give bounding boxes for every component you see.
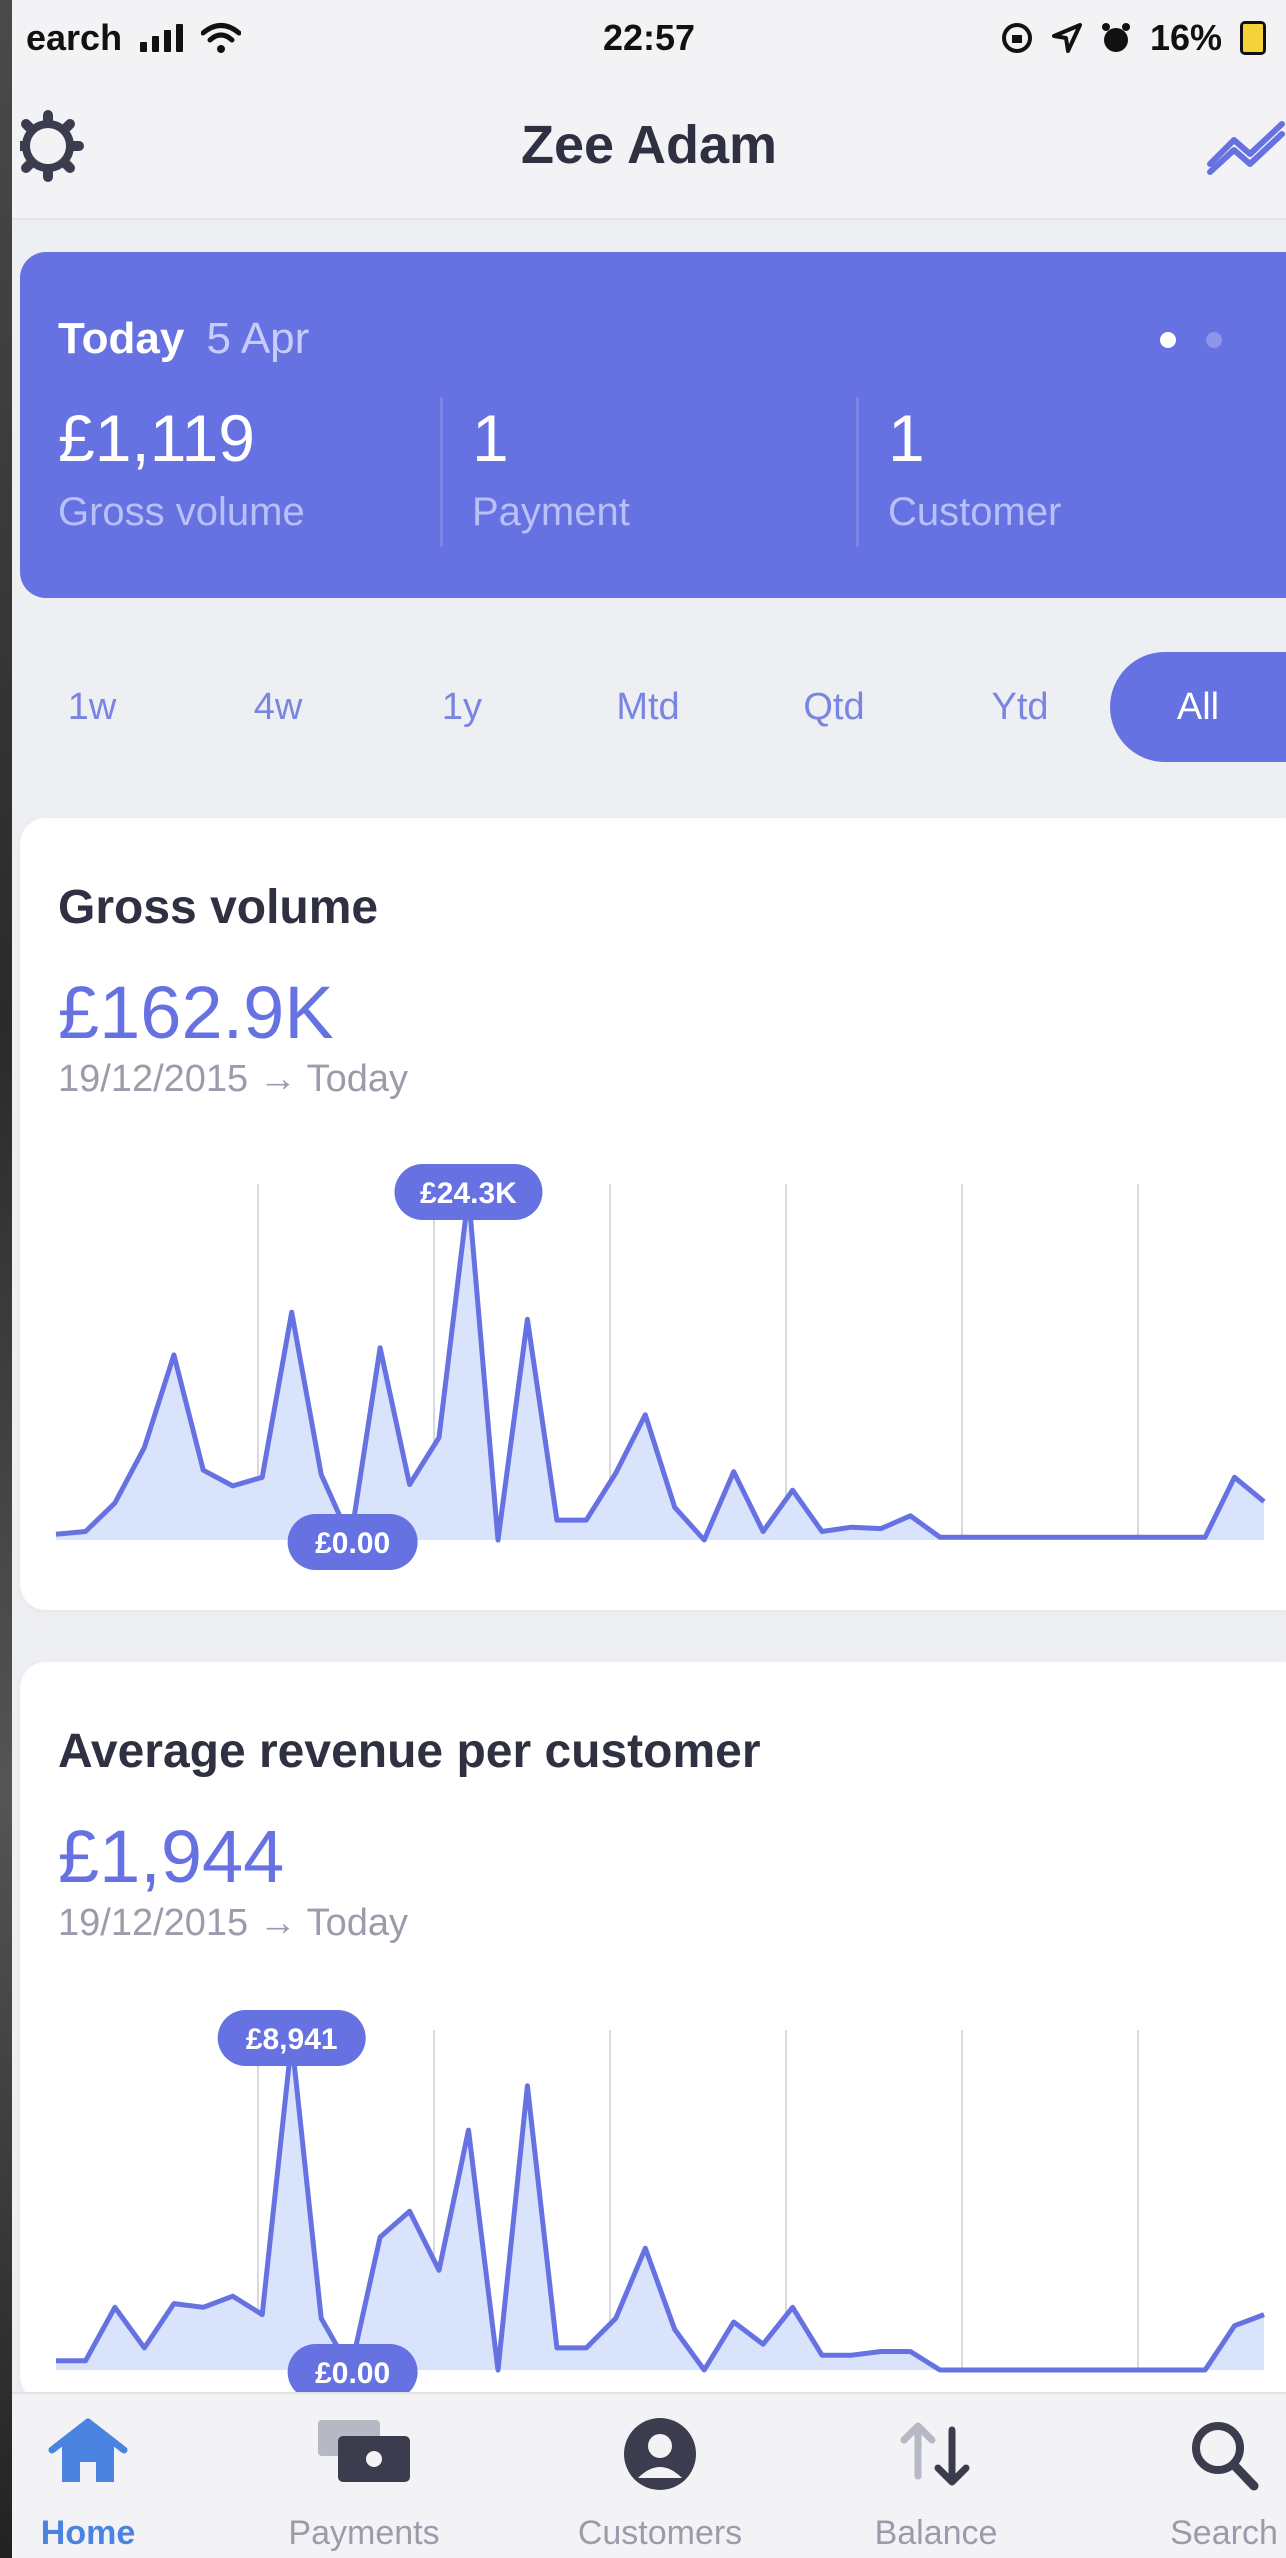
- battery-percent: 16%: [1149, 17, 1222, 58]
- signal-icon: [140, 24, 184, 52]
- metric-label: Gross volume: [58, 490, 305, 534]
- tab-balance[interactable]: Balance: [836, 2394, 1036, 2558]
- min-value-label-text: £0.00: [315, 2357, 390, 2390]
- range-mtd[interactable]: Mtd: [578, 652, 718, 762]
- tab-search[interactable]: Search: [1124, 2394, 1286, 2558]
- metric-label: Customer: [888, 490, 1062, 534]
- gross-volume-chart: £24.3K £0.00: [55, 1164, 1266, 1570]
- metric-label: Payment: [472, 490, 630, 534]
- max-value-label-text: £8,941: [246, 2023, 338, 2056]
- today-summary-card[interactable]: Today 5 Apr £1,119 Gross volume 1 Paymen…: [20, 252, 1286, 598]
- card-date-range: 19/12/2015 → Today: [58, 1058, 409, 1100]
- wifi-icon: [201, 23, 242, 53]
- page-title: Zee Adam: [520, 115, 778, 175]
- average-revenue-chart: £8,941 £0.00: [56, 2010, 1265, 2400]
- summary-day: 5 Apr: [206, 314, 310, 363]
- battery-icon: [1240, 21, 1266, 55]
- tab-label: Payments: [288, 2514, 440, 2552]
- average-revenue-card[interactable]: Average revenue per customer £1,944 19/1…: [20, 1662, 1286, 2402]
- summary-label: Today: [58, 314, 185, 363]
- area-fill: [56, 2040, 1264, 2370]
- balance-icon: [900, 2422, 970, 2486]
- tab-label: Search: [1170, 2514, 1278, 2552]
- range-1w[interactable]: 1w: [22, 652, 162, 762]
- trend-chart-icon[interactable]: [1206, 116, 1286, 176]
- tab-label: Home: [40, 2514, 136, 2552]
- range-4w[interactable]: 4w: [208, 652, 348, 762]
- area-fill: [56, 1194, 1264, 1540]
- metric-value: £1,119: [58, 401, 255, 475]
- card-title: Gross volume: [58, 881, 379, 934]
- max-value-label-text: £24.3K: [420, 1177, 517, 1210]
- divider: [856, 397, 859, 547]
- location-icon: [1051, 23, 1082, 53]
- orientation-lock-icon: [1001, 23, 1032, 53]
- min-value-label-text: £0.00: [315, 1527, 390, 1560]
- search-icon: [1192, 2422, 1259, 2491]
- range-qtd[interactable]: Qtd: [764, 652, 904, 762]
- tab-payments[interactable]: Payments: [264, 2394, 464, 2558]
- divider: [440, 397, 443, 547]
- metric-customer: 1 Customer: [888, 400, 1061, 535]
- min-value-label: £0.00: [287, 1514, 418, 1570]
- card-date-range: 19/12/2015 → Today: [58, 1902, 409, 1944]
- status-bar: earch 22:57 16%: [12, 0, 1286, 76]
- range-selector: 1w 4w 1y Mtd Qtd Ytd All: [12, 652, 1286, 762]
- nav-bar: Zee Adam: [12, 76, 1286, 220]
- metric-payment: 1 Payment: [472, 400, 630, 535]
- metric-gross-volume: £1,119 Gross volume: [58, 400, 305, 535]
- payments-icon: [318, 2420, 410, 2482]
- status-left: earch: [26, 17, 242, 59]
- gross-volume-card[interactable]: Gross volume £162.9K 19/12/2015 → Today …: [20, 818, 1286, 1610]
- range-all[interactable]: All: [1110, 652, 1286, 762]
- tab-label: Balance: [874, 2514, 998, 2552]
- page-dot: [1206, 332, 1222, 348]
- page-dot-active: [1160, 332, 1176, 348]
- carrier-label: earch: [26, 17, 123, 58]
- card-value: £162.9K: [58, 971, 334, 1054]
- tab-home[interactable]: Home: [0, 2394, 188, 2558]
- tab-customers[interactable]: Customers: [560, 2394, 760, 2558]
- card-title: Average revenue per customer: [58, 1725, 761, 1778]
- card-value: £1,944: [58, 1815, 285, 1898]
- page-indicator[interactable]: [1160, 332, 1222, 348]
- alarm-icon: [1101, 23, 1130, 52]
- metric-value: 1: [888, 401, 925, 475]
- summary-date: Today 5 Apr: [58, 314, 309, 364]
- range-1y[interactable]: 1y: [392, 652, 532, 762]
- background-edge: [0, 0, 12, 2558]
- range-ytd[interactable]: Ytd: [950, 652, 1090, 762]
- customers-icon: [624, 2418, 696, 2490]
- tab-bar: Home Payments Customers Balance Search: [12, 2392, 1286, 2558]
- metric-value: 1: [472, 401, 509, 475]
- max-value-label: £8,941: [217, 2010, 366, 2066]
- status-right: 16%: [1000, 17, 1266, 59]
- home-icon: [48, 2418, 128, 2482]
- max-value-label: £24.3K: [394, 1164, 543, 1220]
- tab-label: Customers: [577, 2514, 743, 2552]
